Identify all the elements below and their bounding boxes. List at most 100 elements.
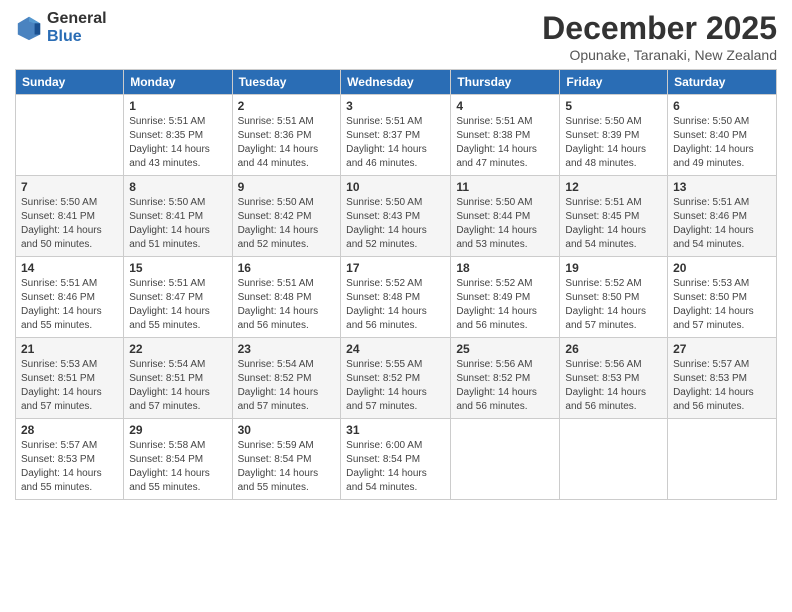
col-friday: Friday xyxy=(560,70,668,95)
day-info: Sunrise: 5:51 AM Sunset: 8:37 PM Dayligh… xyxy=(346,115,445,171)
sunset-text: Sunset: 8:47 PM xyxy=(129,292,203,303)
day-number: 30 xyxy=(238,423,336,437)
page-header: General Blue December 2025 Opunake, Tara… xyxy=(15,10,777,63)
sunrise-text: Sunrise: 5:51 AM xyxy=(673,197,749,208)
day-info: Sunrise: 5:50 AM Sunset: 8:44 PM Dayligh… xyxy=(456,196,554,252)
logo: General Blue xyxy=(15,10,107,46)
table-row: 24 Sunrise: 5:55 AM Sunset: 8:52 PM Dayl… xyxy=(341,338,451,419)
sunset-text: Sunset: 8:50 PM xyxy=(673,292,747,303)
day-number: 12 xyxy=(565,180,662,194)
table-row: 14 Sunrise: 5:51 AM Sunset: 8:46 PM Dayl… xyxy=(16,257,124,338)
day-info: Sunrise: 5:56 AM Sunset: 8:52 PM Dayligh… xyxy=(456,358,554,414)
day-number: 3 xyxy=(346,99,445,113)
table-row: 13 Sunrise: 5:51 AM Sunset: 8:46 PM Dayl… xyxy=(668,176,777,257)
daylight-text: Daylight: 14 hours and 53 minutes. xyxy=(456,225,537,250)
calendar-week-1: 1 Sunrise: 5:51 AM Sunset: 8:35 PM Dayli… xyxy=(16,95,777,176)
sunrise-text: Sunrise: 5:51 AM xyxy=(346,116,422,127)
sunrise-text: Sunrise: 5:50 AM xyxy=(673,116,749,127)
table-row: 23 Sunrise: 5:54 AM Sunset: 8:52 PM Dayl… xyxy=(232,338,341,419)
col-sunday: Sunday xyxy=(16,70,124,95)
table-row: 7 Sunrise: 5:50 AM Sunset: 8:41 PM Dayli… xyxy=(16,176,124,257)
day-info: Sunrise: 5:50 AM Sunset: 8:41 PM Dayligh… xyxy=(129,196,226,252)
day-number: 23 xyxy=(238,342,336,356)
day-number: 24 xyxy=(346,342,445,356)
sunrise-text: Sunrise: 5:58 AM xyxy=(129,440,205,451)
sunrise-text: Sunrise: 5:53 AM xyxy=(673,278,749,289)
sunset-text: Sunset: 8:38 PM xyxy=(456,130,530,141)
sunrise-text: Sunrise: 5:50 AM xyxy=(21,197,97,208)
daylight-text: Daylight: 14 hours and 54 minutes. xyxy=(673,225,754,250)
day-info: Sunrise: 5:50 AM Sunset: 8:43 PM Dayligh… xyxy=(346,196,445,252)
daylight-text: Daylight: 14 hours and 57 minutes. xyxy=(238,387,319,412)
day-info: Sunrise: 5:52 AM Sunset: 8:48 PM Dayligh… xyxy=(346,277,445,333)
daylight-text: Daylight: 14 hours and 55 minutes. xyxy=(129,468,210,493)
table-row: 12 Sunrise: 5:51 AM Sunset: 8:45 PM Dayl… xyxy=(560,176,668,257)
daylight-text: Daylight: 14 hours and 56 minutes. xyxy=(238,306,319,331)
sunset-text: Sunset: 8:49 PM xyxy=(456,292,530,303)
day-number: 16 xyxy=(238,261,336,275)
day-info: Sunrise: 5:50 AM Sunset: 8:42 PM Dayligh… xyxy=(238,196,336,252)
day-number: 7 xyxy=(21,180,118,194)
sunrise-text: Sunrise: 5:52 AM xyxy=(565,278,641,289)
day-info: Sunrise: 5:52 AM Sunset: 8:50 PM Dayligh… xyxy=(565,277,662,333)
daylight-text: Daylight: 14 hours and 57 minutes. xyxy=(565,306,646,331)
table-row: 6 Sunrise: 5:50 AM Sunset: 8:40 PM Dayli… xyxy=(668,95,777,176)
day-info: Sunrise: 5:52 AM Sunset: 8:49 PM Dayligh… xyxy=(456,277,554,333)
table-row: 9 Sunrise: 5:50 AM Sunset: 8:42 PM Dayli… xyxy=(232,176,341,257)
sunrise-text: Sunrise: 5:51 AM xyxy=(129,278,205,289)
calendar-week-5: 28 Sunrise: 5:57 AM Sunset: 8:53 PM Dayl… xyxy=(16,419,777,500)
day-number: 19 xyxy=(565,261,662,275)
sunrise-text: Sunrise: 5:57 AM xyxy=(673,359,749,370)
daylight-text: Daylight: 14 hours and 55 minutes. xyxy=(21,306,102,331)
day-number: 18 xyxy=(456,261,554,275)
calendar-week-4: 21 Sunrise: 5:53 AM Sunset: 8:51 PM Dayl… xyxy=(16,338,777,419)
sunrise-text: Sunrise: 5:55 AM xyxy=(346,359,422,370)
day-info: Sunrise: 6:00 AM Sunset: 8:54 PM Dayligh… xyxy=(346,439,445,495)
col-thursday: Thursday xyxy=(451,70,560,95)
daylight-text: Daylight: 14 hours and 46 minutes. xyxy=(346,144,427,169)
daylight-text: Daylight: 14 hours and 57 minutes. xyxy=(129,387,210,412)
col-tuesday: Tuesday xyxy=(232,70,341,95)
sunset-text: Sunset: 8:35 PM xyxy=(129,130,203,141)
day-info: Sunrise: 5:51 AM Sunset: 8:48 PM Dayligh… xyxy=(238,277,336,333)
daylight-text: Daylight: 14 hours and 50 minutes. xyxy=(21,225,102,250)
col-saturday: Saturday xyxy=(668,70,777,95)
day-number: 26 xyxy=(565,342,662,356)
sunset-text: Sunset: 8:46 PM xyxy=(673,211,747,222)
day-number: 11 xyxy=(456,180,554,194)
table-row: 10 Sunrise: 5:50 AM Sunset: 8:43 PM Dayl… xyxy=(341,176,451,257)
daylight-text: Daylight: 14 hours and 54 minutes. xyxy=(565,225,646,250)
day-info: Sunrise: 5:58 AM Sunset: 8:54 PM Dayligh… xyxy=(129,439,226,495)
daylight-text: Daylight: 14 hours and 55 minutes. xyxy=(21,468,102,493)
calendar-table: Sunday Monday Tuesday Wednesday Thursday… xyxy=(15,69,777,500)
daylight-text: Daylight: 14 hours and 49 minutes. xyxy=(673,144,754,169)
table-row: 19 Sunrise: 5:52 AM Sunset: 8:50 PM Dayl… xyxy=(560,257,668,338)
sunset-text: Sunset: 8:36 PM xyxy=(238,130,312,141)
day-info: Sunrise: 5:51 AM Sunset: 8:36 PM Dayligh… xyxy=(238,115,336,171)
day-info: Sunrise: 5:57 AM Sunset: 8:53 PM Dayligh… xyxy=(673,358,771,414)
calendar-header-row: Sunday Monday Tuesday Wednesday Thursday… xyxy=(16,70,777,95)
sunset-text: Sunset: 8:45 PM xyxy=(565,211,639,222)
sunset-text: Sunset: 8:46 PM xyxy=(21,292,95,303)
day-info: Sunrise: 5:51 AM Sunset: 8:47 PM Dayligh… xyxy=(129,277,226,333)
day-info: Sunrise: 5:50 AM Sunset: 8:40 PM Dayligh… xyxy=(673,115,771,171)
sunrise-text: Sunrise: 5:53 AM xyxy=(21,359,97,370)
daylight-text: Daylight: 14 hours and 56 minutes. xyxy=(673,387,754,412)
sunrise-text: Sunrise: 5:52 AM xyxy=(346,278,422,289)
sunset-text: Sunset: 8:40 PM xyxy=(673,130,747,141)
sunset-text: Sunset: 8:53 PM xyxy=(21,454,95,465)
day-number: 10 xyxy=(346,180,445,194)
day-number: 4 xyxy=(456,99,554,113)
daylight-text: Daylight: 14 hours and 43 minutes. xyxy=(129,144,210,169)
sunset-text: Sunset: 8:52 PM xyxy=(346,373,420,384)
daylight-text: Daylight: 14 hours and 51 minutes. xyxy=(129,225,210,250)
table-row xyxy=(16,95,124,176)
sunset-text: Sunset: 8:41 PM xyxy=(129,211,203,222)
sunrise-text: Sunrise: 5:59 AM xyxy=(238,440,314,451)
sunrise-text: Sunrise: 5:54 AM xyxy=(129,359,205,370)
daylight-text: Daylight: 14 hours and 52 minutes. xyxy=(238,225,319,250)
calendar-week-2: 7 Sunrise: 5:50 AM Sunset: 8:41 PM Dayli… xyxy=(16,176,777,257)
sunrise-text: Sunrise: 5:50 AM xyxy=(565,116,641,127)
sunrise-text: Sunrise: 5:51 AM xyxy=(238,278,314,289)
sunrise-text: Sunrise: 5:51 AM xyxy=(21,278,97,289)
